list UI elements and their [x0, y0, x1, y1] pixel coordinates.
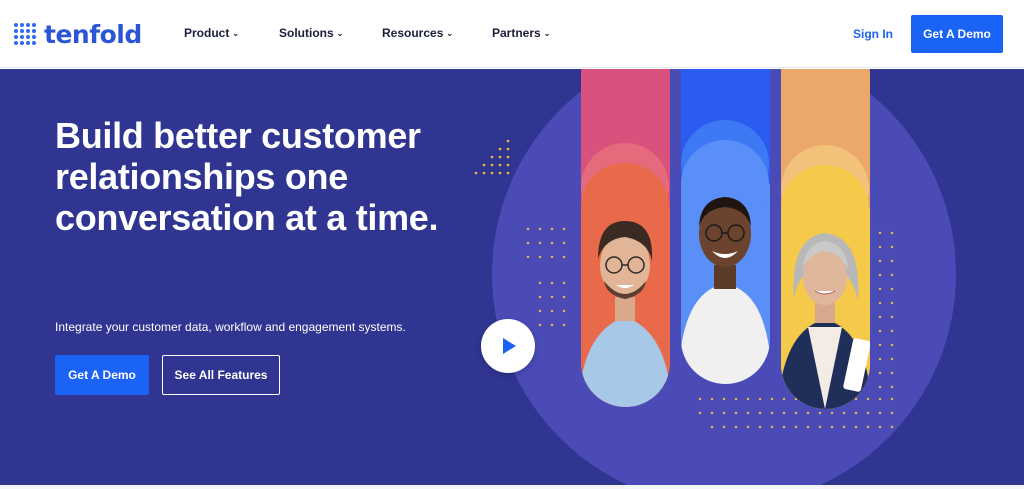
nav-item-label: Solutions — [279, 26, 334, 40]
nav-item-product[interactable]: Product ⌄ — [184, 26, 279, 40]
portrait-pill-blue — [681, 69, 770, 384]
nav-item-label: Partners — [492, 26, 541, 40]
nav-item-resources[interactable]: Resources ⌄ — [382, 26, 492, 40]
see-all-features-button[interactable]: See All Features — [162, 355, 280, 395]
play-icon — [503, 338, 516, 354]
nav-item-label: Product — [184, 26, 230, 40]
nav-item-label: Resources — [382, 26, 444, 40]
sign-in-link[interactable]: Sign In — [853, 27, 893, 41]
chevron-down-icon: ⌄ — [232, 28, 240, 38]
nav-item-solutions[interactable]: Solutions ⌄ — [279, 26, 382, 40]
page-bottom-strip — [0, 485, 1024, 489]
chevron-down-icon: ⌄ — [446, 28, 454, 38]
logo-wordmark: tenfold — [44, 20, 142, 49]
top-navigation-bar: tenfold Product ⌄ Solutions ⌄ Resources … — [0, 0, 1024, 68]
header-get-demo-button[interactable]: Get A Demo — [911, 15, 1003, 53]
play-video-button[interactable] — [481, 319, 535, 373]
hero-headline: Build better customer relationships one … — [55, 115, 439, 238]
logo-dots-icon — [14, 22, 38, 47]
chevron-down-icon: ⌄ — [543, 28, 551, 38]
portrait-pill-pink — [581, 69, 670, 407]
hero-subheadline: Integrate your customer data, workflow a… — [55, 320, 406, 334]
main-nav: Product ⌄ Solutions ⌄ Resources ⌄ Partne… — [184, 26, 550, 40]
portrait-pill-orange — [781, 69, 870, 409]
nav-item-partners[interactable]: Partners ⌄ — [492, 26, 550, 40]
chevron-down-icon: ⌄ — [336, 28, 344, 38]
hero-get-demo-button[interactable]: Get A Demo — [55, 355, 149, 395]
tenfold-logo[interactable]: tenfold — [14, 20, 142, 49]
